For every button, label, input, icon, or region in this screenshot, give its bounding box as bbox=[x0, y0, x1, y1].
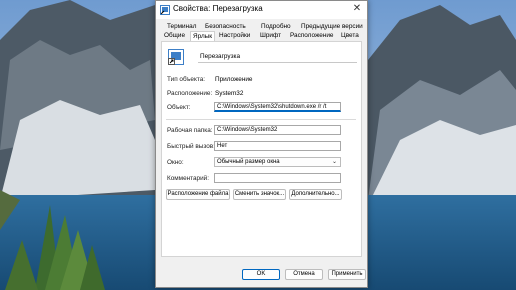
location-label: Расположение: bbox=[167, 90, 213, 97]
comment-field[interactable] bbox=[214, 173, 341, 183]
run-label: Окно: bbox=[167, 159, 184, 166]
apply-button[interactable]: Применить bbox=[328, 269, 366, 280]
tab-general[interactable]: Общие bbox=[164, 31, 185, 40]
start-in-field[interactable]: C:\Windows\System32 bbox=[214, 125, 341, 135]
start-in-value: C:\Windows\System32 bbox=[217, 127, 278, 133]
type-label: Тип объекта: bbox=[167, 76, 206, 83]
window-title: Свойства: Перезагрузка bbox=[173, 4, 263, 13]
change-icon-button[interactable]: Сменить значок... bbox=[233, 189, 286, 200]
tab-layout[interactable]: Расположение bbox=[290, 31, 333, 40]
target-value: C:\Windows\System32\shutdown.exe /r /t bbox=[217, 104, 327, 110]
ok-button[interactable]: OK bbox=[242, 269, 280, 280]
comment-label: Комментарий: bbox=[167, 175, 210, 182]
location-value: System32 bbox=[215, 90, 244, 97]
properties-dialog: Свойства: Перезагрузка ✕ Терминал Безопа… bbox=[155, 0, 368, 288]
run-value: Обычный размер окна bbox=[217, 159, 280, 165]
target-field[interactable]: C:\Windows\System32\shutdown.exe /r /t bbox=[214, 102, 341, 112]
shortcut-name: Перезагрузка bbox=[200, 53, 241, 60]
start-in-label: Рабочая папка: bbox=[167, 127, 213, 134]
title-bar: Свойства: Перезагрузка ✕ bbox=[156, 1, 367, 19]
shortcut-key-label: Быстрый вызов: bbox=[167, 143, 215, 150]
tab-colors[interactable]: Цвета bbox=[341, 31, 359, 40]
shortcut-key-field[interactable]: Нет bbox=[214, 141, 341, 151]
run-select[interactable]: Обычный размер окна ⌄ bbox=[214, 157, 341, 167]
tab-previous-versions[interactable]: Предыдущие версии bbox=[301, 22, 363, 31]
divider bbox=[166, 119, 356, 120]
tab-details[interactable]: Подробно bbox=[261, 22, 291, 31]
tab-terminal[interactable]: Терминал bbox=[167, 22, 196, 31]
tab-font[interactable]: Шрифт bbox=[260, 31, 281, 40]
advanced-button[interactable]: Дополнительно... bbox=[289, 189, 342, 200]
shortcut-key-value: Нет bbox=[217, 143, 228, 149]
shortcut-icon bbox=[168, 49, 184, 65]
type-value: Приложение bbox=[215, 76, 253, 83]
tab-options[interactable]: Настройки bbox=[219, 31, 250, 40]
cancel-button[interactable]: Отмена bbox=[285, 269, 323, 280]
open-file-location-button[interactable]: Расположение файла bbox=[166, 189, 230, 200]
tab-security[interactable]: Безопасность bbox=[205, 22, 246, 31]
shortcut-icon bbox=[160, 5, 170, 15]
chevron-down-icon: ⌄ bbox=[331, 159, 337, 165]
target-label: Объект: bbox=[167, 104, 191, 111]
close-button[interactable]: ✕ bbox=[351, 3, 363, 14]
